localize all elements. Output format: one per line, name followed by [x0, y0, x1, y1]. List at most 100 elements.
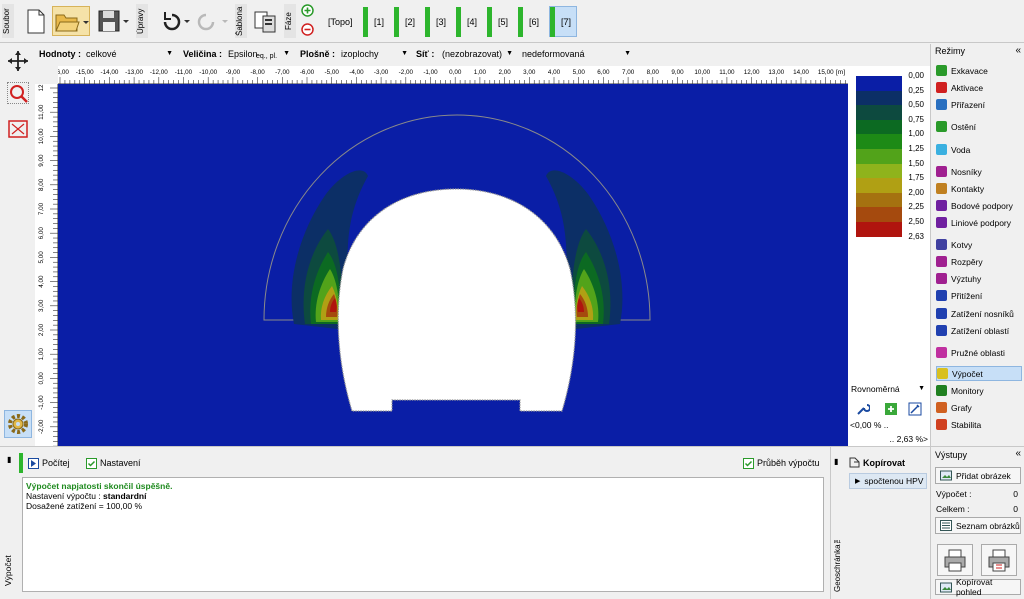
nastaveni-label: Nastavení: [100, 458, 141, 468]
ruler-x-tick-label: 0,00: [449, 69, 462, 76]
nastaveni-button[interactable]: Nastavení: [86, 456, 141, 470]
redo-button[interactable]: [194, 6, 228, 36]
mode-label: Výztuhy: [951, 273, 982, 284]
mode-item[interactable]: Monitory: [936, 383, 1022, 398]
mode-label: Monitory: [951, 385, 984, 396]
mode-item[interactable]: Bodové podpory: [936, 198, 1022, 213]
collapse-chevron-icon[interactable]: «: [1015, 45, 1021, 56]
mode-item[interactable]: Exkavace: [936, 63, 1022, 78]
mode-item[interactable]: Výpočet: [936, 366, 1022, 381]
mode-item[interactable]: Přiřazení: [936, 97, 1022, 112]
chevron-down-icon: ▼: [624, 50, 631, 57]
zoom-button[interactable]: [7, 82, 29, 104]
velicina-select[interactable]: Epsilon eq., pl. ▼: [226, 45, 292, 63]
legend-swatch: [856, 90, 902, 106]
ruler-x-tick-label: 14,00: [793, 69, 809, 76]
stage-7[interactable]: [7]: [549, 6, 577, 37]
kopirovat-label: Kopírovat: [863, 457, 906, 468]
legend-row: 2,63: [854, 232, 928, 251]
legend-edit-button[interactable]: [908, 402, 922, 416]
upravy-menu[interactable]: Úpravy: [136, 4, 148, 38]
pocitej-button[interactable]: Počítej: [28, 456, 70, 470]
spoctenou-hpv-button[interactable]: ▶ spočtenou HPV: [849, 473, 927, 489]
printer-icon: [944, 549, 966, 572]
pin-icon[interactable]: ▮: [7, 455, 11, 464]
mode-item[interactable]: Rozpěry: [936, 254, 1022, 269]
ruler-x-tick-label: 6,00: [597, 69, 610, 76]
mode-item[interactable]: Voda: [936, 142, 1022, 157]
mode-label: Rozpěry: [951, 256, 983, 267]
new-file-button[interactable]: [22, 6, 48, 36]
ruler-x-tick-label: 15,00: [818, 69, 834, 76]
add-stage-button[interactable]: [301, 4, 314, 17]
plosne-select[interactable]: izoplochy ▼: [338, 45, 410, 63]
distribution-value: Rovnoměrná: [851, 384, 900, 394]
ruler-x-tick-label: -5,00: [325, 69, 340, 76]
add-image-button[interactable]: Přidat obrázek: [935, 467, 1021, 484]
distribution-select[interactable]: Rovnoměrná ▼: [850, 382, 928, 398]
stage-3[interactable]: [3]: [425, 6, 455, 37]
geoschranka-panel: Geoschránka™ ▮ Kopírovat ▶ spočtenou HPV: [830, 447, 930, 599]
copy-view-button[interactable]: Kopírovat pohled: [935, 577, 1021, 597]
image-list-button[interactable]: Seznam obrázků: [935, 517, 1021, 534]
mode-item[interactable]: Pružné oblasti: [936, 345, 1022, 360]
mode-item[interactable]: Zatížení nosníků: [936, 306, 1022, 321]
ruler-x-tick-label: -3,00: [374, 69, 389, 76]
stage-2[interactable]: [2]: [394, 6, 424, 37]
mode-item[interactable]: Kotvy: [936, 237, 1022, 252]
geoschranka-label: Geoschránka™: [833, 535, 842, 593]
faze-menu[interactable]: Fáze: [284, 4, 296, 38]
plosne-label: Plošně :: [300, 49, 336, 59]
template-icon: [254, 11, 276, 33]
ruler-y-tick-label: -2,00: [38, 419, 45, 434]
soubor-menu[interactable]: Soubor: [2, 4, 14, 38]
stage-5[interactable]: [5]: [487, 6, 517, 37]
deformation-value: nedeformovaná: [522, 49, 585, 59]
print-export-button[interactable]: [981, 544, 1017, 576]
folder-icon: [55, 14, 89, 32]
legend-value: 2,25: [908, 202, 924, 212]
mode-item[interactable]: Liniové podpory: [936, 215, 1022, 230]
stage-label: [Topo]: [328, 16, 353, 27]
color-legend: 0,00 0,25 0,50 0,75 1,00 1,25 1,50 1,75 2,00 2,25…: [848, 66, 930, 446]
legend-value: 2,63: [908, 231, 924, 241]
mode-item[interactable]: Přitížení: [936, 288, 1022, 303]
pin-icon[interactable]: ▮: [834, 457, 838, 466]
pan-button[interactable]: [7, 50, 29, 72]
settings-button[interactable]: [4, 410, 32, 438]
stage-topo[interactable]: [Topo]: [328, 6, 362, 37]
hodnoty-select[interactable]: celkové ▼: [83, 45, 175, 63]
stage-4[interactable]: [4]: [456, 6, 486, 37]
stage-6[interactable]: [6]: [518, 6, 548, 37]
chevron-down-icon: ▼: [166, 50, 173, 57]
legend-settings-button[interactable]: [856, 402, 871, 416]
sit-select[interactable]: (nezobrazovat) ▼: [439, 45, 515, 63]
mode-item[interactable]: Výztuhy: [936, 271, 1022, 286]
mode-item[interactable]: Nosníky: [936, 164, 1022, 179]
results-canvas[interactable]: [58, 84, 848, 446]
chevron-down-icon: ▼: [506, 50, 513, 57]
mode-item[interactable]: Stabilita: [936, 417, 1022, 432]
prubeh-vypoctu-button[interactable]: Průběh výpočtu: [743, 456, 820, 470]
celkem-count-label: Celkem :: [936, 504, 970, 514]
undo-button[interactable]: [152, 6, 192, 36]
sablona-menu[interactable]: Šablona: [235, 4, 247, 38]
legend-add-button[interactable]: [884, 402, 898, 416]
mode-item[interactable]: Ostění: [936, 119, 1022, 134]
stage-label: [7]: [561, 16, 572, 27]
save-button[interactable]: [96, 6, 134, 36]
fit-view-button[interactable]: [7, 118, 29, 140]
mode-label: Přitížení: [951, 290, 983, 301]
deformation-select[interactable]: nedeformovaná ▼: [519, 45, 633, 63]
mode-item[interactable]: Grafy: [936, 400, 1022, 415]
mode-item[interactable]: Aktivace: [936, 80, 1022, 95]
template-button[interactable]: [251, 6, 281, 36]
mode-item[interactable]: Kontakty: [936, 181, 1022, 196]
stage-1[interactable]: [1]: [363, 6, 393, 37]
open-file-button[interactable]: [52, 6, 90, 36]
print-button[interactable]: [937, 544, 973, 576]
remove-stage-button[interactable]: [301, 23, 314, 36]
mode-item[interactable]: Zatížení oblastí: [936, 323, 1022, 338]
collapse-chevron-icon[interactable]: «: [1015, 448, 1021, 459]
settings-check-icon: [86, 457, 97, 469]
